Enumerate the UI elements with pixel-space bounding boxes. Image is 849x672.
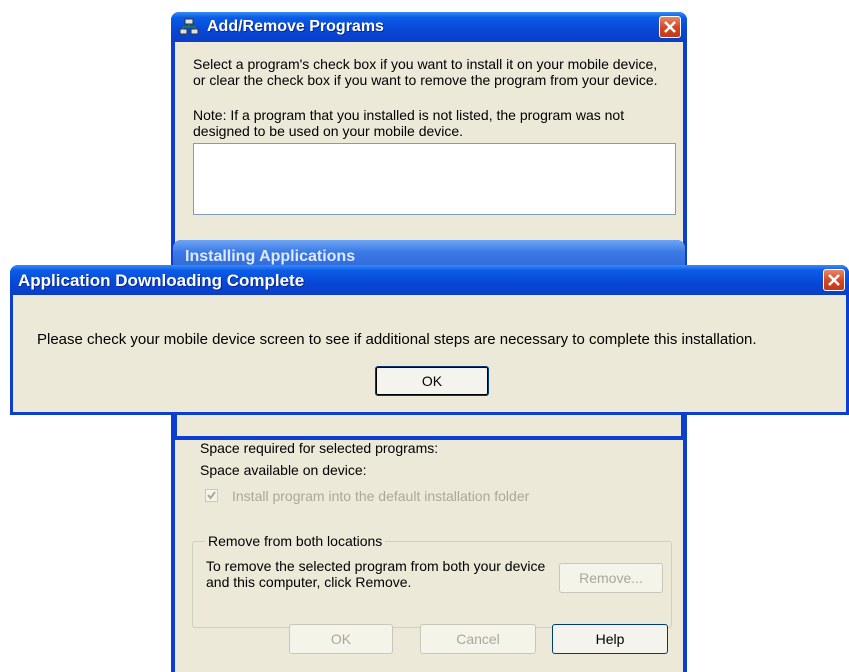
arp-close-button[interactable] <box>659 16 681 38</box>
arp-note-text: Note: If a program that you installed is… <box>193 107 625 139</box>
dialog-title: Application Downloading Complete <box>18 271 305 290</box>
arp-window-title: Add/Remove Programs <box>207 18 384 35</box>
arp-ok-button[interactable]: OK <box>289 624 393 654</box>
remove-group-label: Remove from both locations <box>205 533 386 549</box>
dialog-close-button[interactable] <box>823 269 845 291</box>
dialog-title-bar[interactable]: Application Downloading Complete <box>10 265 849 295</box>
arp-cancel-button[interactable]: Cancel <box>420 624 536 654</box>
dialog-client-area: Please check your mobile device screen t… <box>13 295 846 412</box>
install-default-folder-label: Install program into the default install… <box>232 488 530 504</box>
arp-title-bar[interactable]: Add/Remove Programs <box>171 12 687 42</box>
dialog-ok-button[interactable]: OK <box>375 366 489 396</box>
remove-button[interactable]: Remove... <box>559 563 663 593</box>
checkmark-icon <box>207 491 216 500</box>
space-available-label: Space available on device: <box>200 462 367 478</box>
installing-window-title: Installing Applications <box>185 248 356 265</box>
install-default-folder-checkbox[interactable] <box>205 489 218 502</box>
download-complete-dialog: Application Downloading Complete Please … <box>10 265 849 415</box>
space-required-label: Space required for selected programs: <box>200 440 439 456</box>
program-list[interactable] <box>193 143 676 215</box>
app-icon <box>179 18 199 36</box>
dialog-message: Please check your mobile device screen t… <box>37 331 757 348</box>
close-icon <box>664 21 676 33</box>
close-icon <box>828 274 840 286</box>
remove-description: To remove the selected program from both… <box>206 558 546 590</box>
arp-help-button[interactable]: Help <box>552 624 668 654</box>
arp-intro-text: Select a program's check box if you want… <box>193 56 658 88</box>
